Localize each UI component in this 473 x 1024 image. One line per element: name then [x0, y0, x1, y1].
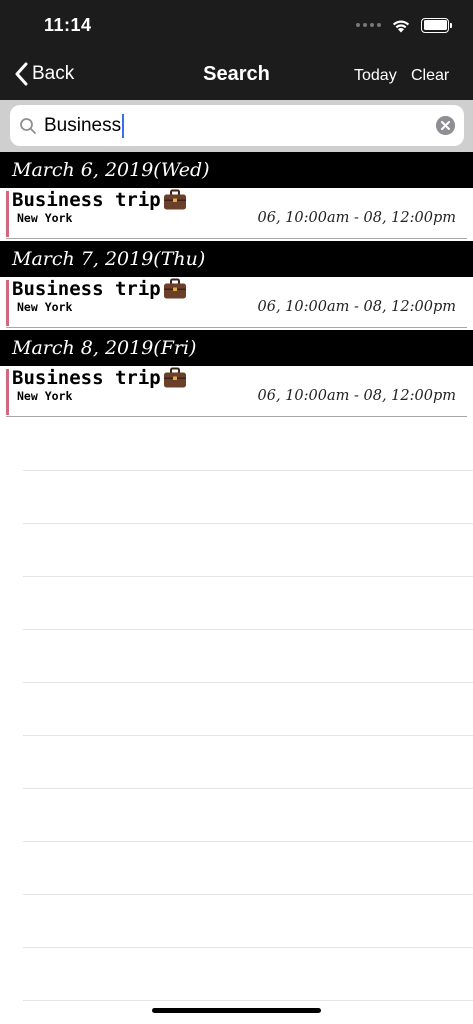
empty-row-separator: [23, 735, 473, 736]
date-header: March 7, 2019(Thu): [0, 241, 473, 277]
event-location: New York: [17, 211, 73, 225]
briefcase-icon: [163, 189, 186, 210]
battery-icon: [421, 17, 452, 33]
briefcase-icon: [163, 367, 186, 388]
status-time: 11:14: [44, 15, 92, 35]
empty-row-separator: [23, 576, 473, 577]
search-field[interactable]: Business: [10, 105, 464, 146]
event-location: New York: [17, 300, 73, 314]
back-button[interactable]: Back: [14, 62, 74, 86]
empty-row-separator: [23, 629, 473, 630]
event-title-text: Business trip: [12, 367, 161, 389]
today-button[interactable]: Today: [354, 67, 397, 85]
back-label: Back: [32, 63, 75, 84]
search-icon: [20, 118, 36, 134]
event-row[interactable]: Business trip New York 06, 10:00am - 08,…: [6, 277, 467, 328]
chevron-left-icon: [15, 62, 28, 86]
status-icons: [356, 15, 452, 35]
event-time: 06, 10:00am - 08, 12:00pm: [257, 210, 456, 226]
text-caret: [122, 114, 125, 138]
empty-row-separator: [23, 470, 473, 471]
clear-search-icon[interactable]: [436, 116, 455, 135]
home-indicator[interactable]: [152, 1008, 321, 1013]
empty-row-separator: [23, 894, 473, 895]
nav-bar: Back Search Today Clear: [0, 50, 473, 100]
wifi-icon: [392, 20, 410, 32]
event-title-text: Business trip: [12, 278, 161, 300]
clear-button[interactable]: Clear: [411, 67, 449, 85]
search-input-text: Business: [44, 115, 122, 136]
event-row[interactable]: Business trip New York 06, 10:00am - 08,…: [6, 366, 467, 417]
search-input[interactable]: Business: [44, 113, 125, 139]
event-title: Business trip: [12, 189, 187, 211]
cellular-signal-icon: [356, 23, 381, 27]
event-color-bar: [6, 280, 9, 326]
event-color-bar: [6, 369, 9, 415]
date-header: March 6, 2019(Wed): [0, 152, 473, 188]
event-time: 06, 10:00am - 08, 12:00pm: [257, 388, 456, 404]
event-color-bar: [6, 191, 9, 237]
search-bar: Business: [0, 100, 473, 152]
event-title: Business trip: [12, 367, 187, 389]
empty-row-separator: [23, 788, 473, 789]
empty-row-separator: [23, 682, 473, 683]
status-bar: 11:14: [0, 0, 473, 50]
empty-row-separator: [23, 947, 473, 948]
event-time: 06, 10:00am - 08, 12:00pm: [257, 299, 456, 315]
event-row[interactable]: Business trip New York 06, 10:00am - 08,…: [6, 188, 467, 239]
event-title: Business trip: [12, 278, 187, 300]
event-title-text: Business trip: [12, 189, 161, 211]
empty-row-separator: [23, 841, 473, 842]
empty-row-separator: [23, 523, 473, 524]
briefcase-icon: [163, 278, 186, 299]
date-header: March 8, 2019(Fri): [0, 330, 473, 366]
empty-row-separator: [23, 1000, 473, 1001]
event-location: New York: [17, 389, 73, 403]
